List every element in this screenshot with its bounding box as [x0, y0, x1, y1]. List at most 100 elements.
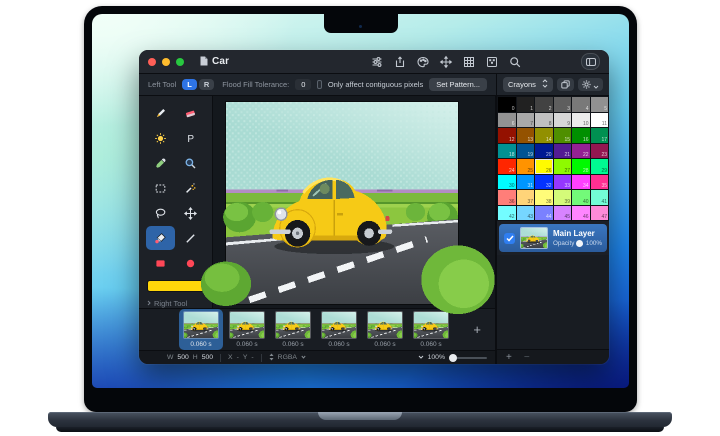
set-pattern-button[interactable]: Set Pattern... [429, 78, 487, 91]
color-swatch-28[interactable]: 28 [572, 159, 590, 174]
left-mouse-button[interactable]: L [182, 79, 197, 90]
animation-frame[interactable]: 0.060 s [225, 309, 269, 350]
color-mode-select[interactable]: RGBA [278, 354, 297, 361]
color-swatch-22[interactable]: 22 [572, 143, 590, 158]
grid-icon[interactable] [463, 56, 475, 68]
color-swatch-45[interactable]: 45 [553, 205, 571, 220]
animation-frame[interactable]: 0.060 s [409, 309, 453, 350]
color-swatch-8[interactable]: 8 [535, 112, 553, 127]
height-value[interactable]: 500 [202, 354, 213, 361]
color-swatch-9[interactable]: 9 [553, 112, 571, 127]
color-swatch-41[interactable]: 41 [590, 190, 608, 205]
share-icon[interactable] [394, 55, 406, 68]
color-swatch-39[interactable]: 39 [553, 190, 571, 205]
color-swatch-14[interactable]: 14 [535, 128, 553, 143]
color-swatch-16[interactable]: 16 [572, 128, 590, 143]
line-tool-button[interactable] [176, 226, 205, 250]
color-swatch-32[interactable]: 32 [535, 174, 553, 189]
duplicate-palette-button[interactable] [557, 78, 574, 91]
color-swatch-17[interactable]: 17 [590, 128, 608, 143]
sidebar-toggle-button[interactable] [581, 53, 600, 70]
color-swatch-3[interactable]: 3 [553, 97, 571, 112]
eraser-tool-button[interactable] [176, 101, 205, 125]
rectangle-tool-button[interactable] [146, 251, 175, 275]
color-swatch-43[interactable]: 43 [516, 205, 534, 220]
color-swatch-37[interactable]: 37 [516, 190, 534, 205]
color-swatch-4[interactable]: 4 [572, 97, 590, 112]
opacity-slider[interactable] [575, 240, 583, 247]
color-swatch-5[interactable]: 5 [590, 97, 608, 112]
color-swatch-11[interactable]: 11 [590, 112, 608, 127]
tool-settings-icon[interactable] [371, 56, 383, 68]
layer-row[interactable]: Main Layer Opacity 100% [499, 224, 607, 252]
color-swatch-21[interactable]: 21 [553, 143, 571, 158]
move-icon[interactable] [439, 55, 453, 68]
color-swatch-30[interactable]: 30 [498, 174, 516, 189]
color-swatch-6[interactable]: 6 [498, 112, 516, 127]
color-swatch-15[interactable]: 15 [553, 128, 571, 143]
rect-select-tool-button[interactable] [146, 176, 175, 200]
add-layer-button[interactable]: + [506, 352, 512, 363]
color-swatch-10[interactable]: 10 [572, 112, 590, 127]
ellipse-tool-button[interactable] [176, 251, 205, 275]
pattern-icon[interactable] [486, 56, 498, 68]
color-swatch-47[interactable]: 47 [590, 205, 608, 220]
color-swatch-46[interactable]: 46 [572, 205, 590, 220]
magic-wand-tool-button[interactable] [176, 176, 205, 200]
color-swatch-38[interactable]: 38 [535, 190, 553, 205]
remove-layer-button[interactable]: − [524, 352, 530, 363]
right-mouse-button[interactable]: R [198, 79, 215, 90]
pencil-tool-button[interactable] [146, 101, 175, 125]
zoom-tool-button[interactable] [176, 151, 205, 175]
animation-frame[interactable]: 0.060 s [179, 309, 223, 350]
color-swatch-25[interactable]: 25 [516, 159, 534, 174]
color-swatch-26[interactable]: 26 [535, 159, 553, 174]
color-swatch-33[interactable]: 33 [553, 174, 571, 189]
color-swatch-24[interactable]: 24 [498, 159, 516, 174]
minimize-button[interactable] [162, 57, 170, 66]
color-swatch-23[interactable]: 23 [590, 143, 608, 158]
color-swatch-27[interactable]: 27 [553, 159, 571, 174]
zoom-button[interactable] [176, 57, 184, 66]
palette-actions-button[interactable] [578, 78, 603, 91]
zoom-slider[interactable] [449, 353, 487, 362]
color-swatch-0[interactable]: 0 [498, 97, 516, 112]
zoom-value[interactable]: 100% [428, 354, 445, 361]
color-swatch-36[interactable]: 36 [498, 190, 516, 205]
tolerance-value-field[interactable]: 0 [295, 79, 312, 90]
search-icon[interactable] [509, 56, 521, 68]
layer-visibility-checkbox[interactable] [504, 232, 515, 244]
animation-frame[interactable]: 0.060 s [363, 309, 407, 350]
pattern-stamp-tool-button[interactable]: P [176, 126, 205, 150]
color-swatch-2[interactable]: 2 [535, 97, 553, 112]
right-tool-section[interactable]: Right Tool [147, 299, 187, 308]
color-swatch-7[interactable]: 7 [516, 112, 534, 127]
palette-icon[interactable] [417, 56, 429, 68]
color-swatch-40[interactable]: 40 [572, 190, 590, 205]
lasso-tool-button[interactable] [146, 201, 175, 225]
palette-select[interactable]: Crayons [503, 77, 553, 92]
eyedropper-tool-button[interactable] [146, 151, 175, 175]
color-swatch-42[interactable]: 42 [498, 205, 516, 220]
color-swatch-1[interactable]: 1 [516, 97, 534, 112]
color-swatch-12[interactable]: 12 [498, 128, 516, 143]
add-frame-button[interactable]: + [473, 323, 481, 336]
color-swatch-20[interactable]: 20 [535, 143, 553, 158]
color-swatch-13[interactable]: 13 [516, 128, 534, 143]
zoom-slider-knob[interactable] [449, 353, 457, 362]
color-swatch-35[interactable]: 35 [590, 174, 608, 189]
animation-frame[interactable]: 0.060 s [317, 309, 361, 350]
flood-fill-tool-button[interactable] [146, 226, 175, 250]
animation-frame[interactable]: 0.060 s [271, 309, 315, 350]
canvas-area[interactable] [200, 96, 496, 315]
brightness-tool-button[interactable] [146, 126, 175, 150]
color-swatch-44[interactable]: 44 [535, 205, 553, 220]
color-swatch-31[interactable]: 31 [516, 174, 534, 189]
width-value[interactable]: 500 [177, 354, 188, 361]
color-swatch-34[interactable]: 34 [572, 174, 590, 189]
color-swatch-19[interactable]: 19 [516, 143, 534, 158]
canvas-artwork[interactable] [200, 102, 495, 315]
current-color-swatch[interactable] [147, 281, 204, 291]
move-tool-button[interactable] [176, 201, 205, 225]
close-button[interactable] [148, 57, 156, 66]
